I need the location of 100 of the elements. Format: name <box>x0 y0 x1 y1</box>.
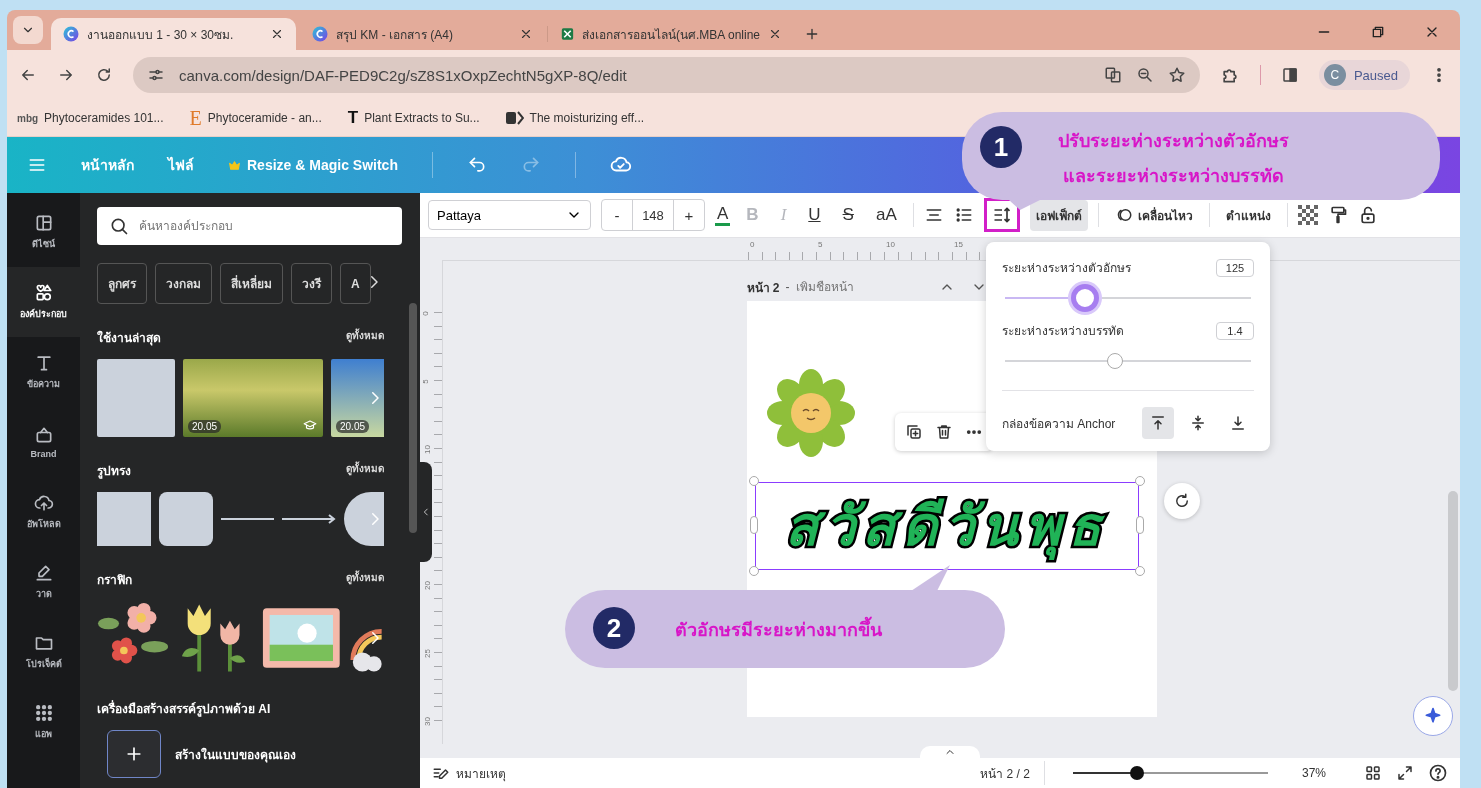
filter-chip[interactable]: A <box>340 263 371 304</box>
filter-chip[interactable]: วงกลม <box>155 263 212 304</box>
sidebar-item[interactable]: Brand <box>7 407 80 477</box>
resize-handle[interactable] <box>748 476 759 486</box>
title-separator: - <box>785 280 790 294</box>
translate-icon[interactable] <box>1103 66 1122 84</box>
side-panel-icon[interactable] <box>1280 66 1299 84</box>
cloud-upload-icon <box>33 493 54 513</box>
line-spacing-value[interactable]: 1.4 <box>1216 321 1254 340</box>
grid-view-icon[interactable] <box>1364 764 1382 782</box>
photo-placeholder[interactable]: 20.05 <box>183 359 323 437</box>
section-title: เครื่องมือสร้างสรรค์รูปภาพด้วย AI <box>97 699 271 718</box>
cap-icon <box>303 418 317 432</box>
close-icon[interactable] <box>519 27 533 41</box>
font-size-stepper[interactable]: - 148 + <box>601 199 705 231</box>
create-own-label[interactable]: สร้างในแบบของคุณเอง <box>175 744 296 764</box>
effects-button[interactable]: เอฟเฟ็กต์ <box>1029 199 1088 231</box>
plus-icon[interactable] <box>804 26 820 42</box>
resize-handle[interactable] <box>1134 566 1145 576</box>
filter-chip[interactable]: ลูกศร <box>97 263 147 304</box>
callout-text: ตัวอักษรมีระยะห่างมากขึ้น <box>675 615 882 644</box>
font-dropdown[interactable]: Pattaya <box>428 200 591 230</box>
sparkle-icon <box>1423 706 1443 726</box>
search-field[interactable]: ค้นหาองค์ประกอบ <box>97 207 402 245</box>
letter-spacing-value[interactable]: 125 <box>1216 258 1254 277</box>
animate-button[interactable]: เคลื่อนไหว <box>1108 199 1199 231</box>
resize-handle[interactable] <box>1135 516 1144 534</box>
resize-handle[interactable] <box>749 516 758 534</box>
undo-icon[interactable] <box>466 155 487 175</box>
arrow-shape[interactable] <box>281 514 336 524</box>
transparency-icon[interactable] <box>1297 205 1318 225</box>
fullscreen-icon[interactable] <box>1396 764 1414 782</box>
sidebar-item[interactable]: อัพโหลด <box>7 477 80 547</box>
page-title: หน้า 2 <box>746 279 780 297</box>
bookmark-favicon-icon <box>505 111 524 125</box>
chevron-left-icon <box>421 507 431 517</box>
help-icon[interactable] <box>1428 763 1448 783</box>
trash-icon[interactable] <box>934 423 953 441</box>
profile-button[interactable]: C Paused <box>1318 60 1410 90</box>
blank-shape-thumbnail[interactable] <box>97 359 175 437</box>
bookmark[interactable]: T Plant Extracts to Su... <box>347 108 480 128</box>
bookmark[interactable]: E Phytoceramide - an... <box>189 106 322 130</box>
close-icon[interactable] <box>270 27 284 41</box>
filter-chip[interactable]: วงรี <box>291 263 332 304</box>
format-button[interactable]: S <box>836 205 860 225</box>
tab-title: งานออกแบบ 1 - 30 × 30ซม. <box>87 26 235 44</box>
scrollbar[interactable] <box>1448 491 1458 691</box>
sidebar-item[interactable]: ดีไซน์ <box>7 197 80 267</box>
resize-handle[interactable] <box>1134 476 1145 486</box>
position-button[interactable]: ตำแหน่ง <box>1219 199 1277 231</box>
browser-tab[interactable]: สรุป KM - เอกสาร (A4) <box>300 18 545 50</box>
sidebar-item[interactable]: โปรเจ็คต์ <box>7 617 80 687</box>
url-text: canva.com/design/DAF-PED9C2g/sZ8S1xOxpZechtN5gXP-8Q/edit <box>179 66 628 84</box>
address-bar[interactable]: canva.com/design/DAF-PED9C2g/sZ8S1xOxpZechtN5gXP-8Q/edit <box>133 57 1200 93</box>
decrease-button[interactable]: - <box>602 200 632 230</box>
zoom-percent[interactable]: 37% <box>1301 766 1326 780</box>
filter-chip[interactable]: สี่เหลี่ยม <box>220 263 283 304</box>
c-logo-icon <box>312 26 328 42</box>
reload-icon[interactable] <box>95 66 113 84</box>
sidebar-item[interactable]: ข้อความ <box>7 337 80 407</box>
increase-button[interactable]: + <box>674 200 704 230</box>
format-button[interactable]: aA <box>869 205 903 225</box>
ruler-label: 15 <box>954 240 963 249</box>
page-indicator[interactable]: หน้า 2 / 2 <box>980 763 1030 783</box>
section-title: รูปทรง <box>97 463 131 480</box>
ruler-label: 25 <box>422 649 432 658</box>
duplicate-icon[interactable] <box>904 423 923 441</box>
font-size-value[interactable]: 148 <box>632 200 674 230</box>
browser-tab[interactable]: ส่งเอกสารออนไลน์(นศ.MBA online <box>549 18 794 50</box>
zoom-slider[interactable] <box>1072 766 1268 780</box>
photo-placeholder[interactable]: 20.05 <box>331 359 384 437</box>
sidebar-item[interactable]: องค์ประกอบ <box>7 267 80 337</box>
zoom-out-icon[interactable] <box>1135 66 1154 84</box>
rotate-icon <box>1173 492 1191 510</box>
bookmark[interactable]: mbg Phytoceramides 101... <box>17 111 164 125</box>
bookmark[interactable]: The moisturizing eff... <box>505 111 645 125</box>
c-logo-icon <box>63 26 79 42</box>
sidebar-item[interactable]: วาด <box>7 547 80 617</box>
notes-button[interactable]: หมายเหตุ <box>432 763 506 783</box>
ruler-label: 5 <box>420 379 430 384</box>
sidebar-item[interactable]: แอพ <box>7 687 80 757</box>
close-icon[interactable] <box>768 27 782 41</box>
format-button[interactable]: U <box>802 205 827 225</box>
callout-text: และระยะห่างระหว่างบรรทัด <box>1063 165 1284 188</box>
see-all-link[interactable]: ดูทั้งหมด <box>346 461 384 480</box>
align-bottom-icon <box>1229 414 1247 432</box>
see-all-link[interactable]: ดูทั้งหมด <box>346 328 384 347</box>
see-all-link[interactable]: ดูทั้งหมด <box>346 570 384 589</box>
letter-spacing-slider[interactable] <box>1002 281 1254 315</box>
star-icon[interactable] <box>1167 66 1186 84</box>
scrollbar[interactable] <box>409 303 417 533</box>
resize-handle[interactable] <box>748 566 759 576</box>
anchor-button[interactable] <box>1142 407 1174 439</box>
ruler-label: 30 <box>422 717 432 726</box>
browser-tab[interactable]: งานออกแบบ 1 - 30 × 30ซม. <box>51 18 296 50</box>
ruler-label: 0 <box>750 240 755 249</box>
restore-icon[interactable] <box>1370 24 1386 40</box>
collapse-panel-handle[interactable] <box>420 462 432 562</box>
format-button[interactable]: A <box>715 204 731 226</box>
create-button[interactable] <box>107 730 161 778</box>
